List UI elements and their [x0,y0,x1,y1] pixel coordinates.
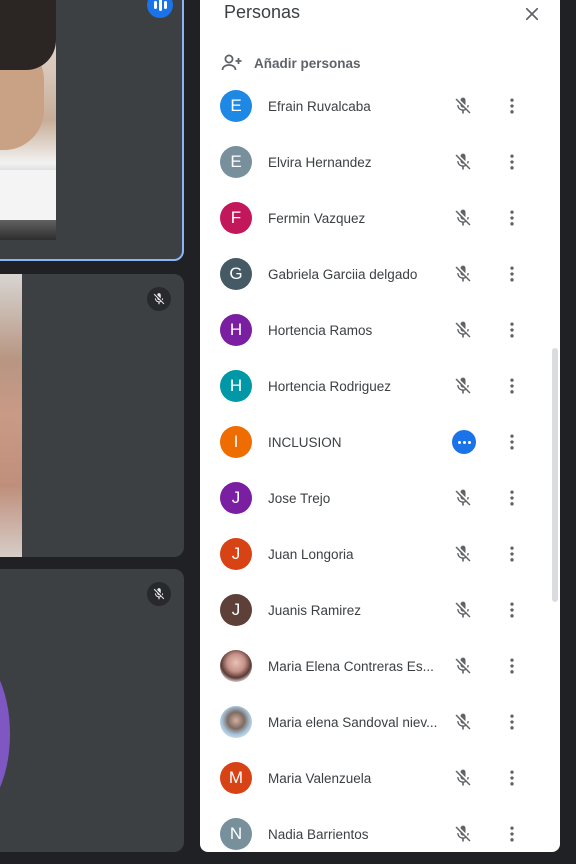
participant-row[interactable]: I INCLUSION [200,414,544,470]
mic-off-icon[interactable] [451,318,475,342]
participant-name: Jose Trejo [268,490,331,506]
participant-row[interactable]: Maria elena Sandoval niev... [200,694,544,750]
avatar [220,706,252,738]
participant-row[interactable]: J Juan Longoria [200,526,544,582]
participant-name: Hortencia Rodriguez [268,378,392,394]
video-tile-active-speaker[interactable] [0,0,184,261]
more-options-icon[interactable] [500,710,524,734]
participant-name: Maria elena Sandoval niev... [268,714,438,730]
participant-row[interactable]: H Hortencia Rodriguez [200,358,544,414]
more-options-icon[interactable] [500,262,524,286]
participant-row[interactable]: H Hortencia Ramos [200,302,544,358]
more-options-icon[interactable] [500,94,524,118]
participant-name: Juan Longoria [268,546,354,562]
avatar: I [220,426,252,458]
avatar: N [220,818,252,850]
video-tile[interactable] [0,274,184,557]
participant-name: Fermin Vazquez [268,210,366,226]
participant-row[interactable]: E Efrain Ruvalcaba [200,78,544,134]
avatar: E [220,90,252,122]
more-options-icon[interactable] [500,150,524,174]
participant-row[interactable]: N Nadia Barrientos [200,806,544,852]
participant-video [0,274,22,557]
more-options-icon[interactable] [500,654,524,678]
participant-name: Elvira Hernandez [268,154,372,170]
more-options-icon[interactable] [500,486,524,510]
mic-off-icon[interactable] [451,542,475,566]
speaking-indicator-icon [452,430,476,454]
participant-name: Nadia Barrientos [268,826,369,842]
participant-name: Juanis Ramirez [268,602,362,618]
mic-off-icon [147,582,171,606]
participant-video [0,0,56,240]
scrollbar-thumb[interactable] [552,348,558,602]
participant-row[interactable]: E Elvira Hernandez [200,134,544,190]
more-options-icon[interactable] [500,318,524,342]
participant-name: Hortencia Ramos [268,322,373,338]
add-people-button[interactable]: Añadir personas [220,50,361,76]
close-icon [525,7,539,21]
avatar [220,650,252,682]
avatar: J [220,538,252,570]
participant-list: E Efrain Ruvalcaba E Elvira Hernandez F Fermi… [200,78,544,852]
participant-name: Maria Valenzuela [268,770,372,786]
mic-off-icon[interactable] [451,822,475,846]
video-tile[interactable] [0,569,184,852]
avatar: G [220,258,252,290]
avatar: J [220,594,252,626]
more-options-icon[interactable] [500,542,524,566]
avatar: H [220,370,252,402]
more-options-icon[interactable] [500,822,524,846]
mic-off-icon[interactable] [451,94,475,118]
mic-off-icon[interactable] [451,598,475,622]
more-options-icon[interactable] [500,374,524,398]
mic-off-icon[interactable] [451,766,475,790]
more-options-icon[interactable] [500,206,524,230]
mic-off-icon[interactable] [451,374,475,398]
mic-off-icon[interactable] [451,206,475,230]
add-people-label: Añadir personas [254,55,361,71]
mic-off-icon[interactable] [451,654,475,678]
participant-row[interactable]: F Fermin Vazquez [200,190,544,246]
participant-row[interactable]: G Gabriela Garciia delgado [200,246,544,302]
more-options-icon[interactable] [500,766,524,790]
participant-row[interactable]: J Juanis Ramirez [200,582,544,638]
people-panel: Personas Añadir personas E Efrain Ruvalca… [200,0,560,852]
participant-name: Maria Elena Contreras Es... [268,658,434,674]
participant-name: INCLUSION [268,434,342,450]
panel-title: Personas [224,2,301,22]
close-button[interactable] [518,0,546,28]
avatar: F [220,202,252,234]
mic-off-icon [147,287,171,311]
more-options-icon[interactable] [500,430,524,454]
mic-off-icon[interactable] [451,262,475,286]
avatar: E [220,146,252,178]
mic-off-icon[interactable] [451,150,475,174]
participant-name: Gabriela Garciia delgado [268,266,418,282]
avatar: J [220,482,252,514]
mic-off-icon[interactable] [451,486,475,510]
participant-name: Efrain Ruvalcaba [268,98,371,114]
participant-row[interactable]: Maria Elena Contreras Es... [200,638,544,694]
avatar: H [220,314,252,346]
participant-row[interactable]: J Jose Trejo [200,470,544,526]
person-add-icon [221,54,242,71]
participant-row[interactable]: M Maria Valenzuela [200,750,544,806]
avatar: M [220,762,252,794]
mic-off-icon[interactable] [451,710,475,734]
more-options-icon[interactable] [500,598,524,622]
avatar [0,649,10,819]
